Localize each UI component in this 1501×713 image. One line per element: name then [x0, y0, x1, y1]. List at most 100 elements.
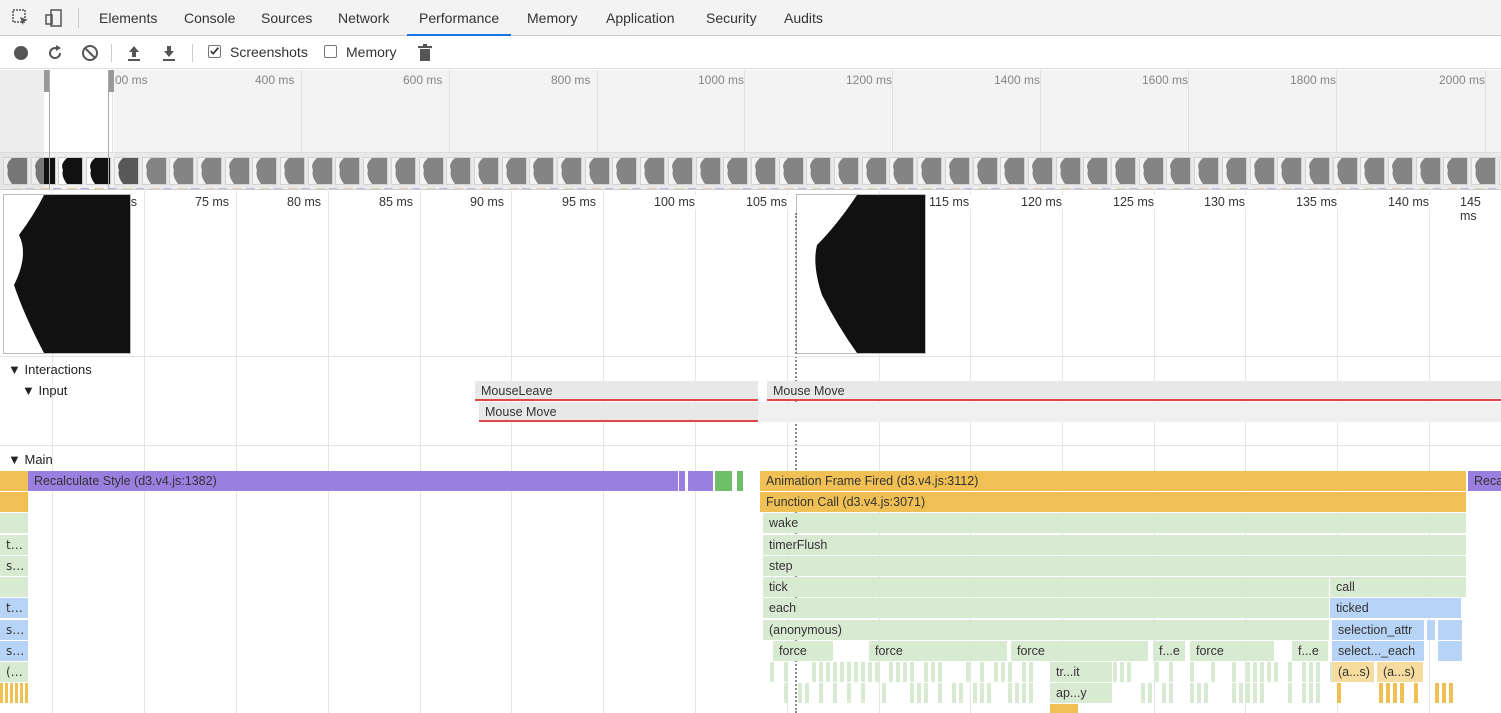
flame-bar[interactable]	[854, 662, 858, 682]
flame-bar[interactable]: t…	[0, 535, 28, 555]
flame-bar[interactable]	[1190, 683, 1194, 703]
flame-bar[interactable]	[715, 471, 732, 491]
flame-bar[interactable]	[952, 683, 956, 703]
flame-bar[interactable]	[910, 683, 914, 703]
flame-bar[interactable]	[1449, 683, 1453, 703]
flame-bar[interactable]	[1246, 662, 1250, 682]
flame-bar[interactable]	[784, 683, 788, 703]
flame-bar[interactable]	[1288, 683, 1292, 703]
flame-bar[interactable]	[1442, 683, 1446, 703]
flame-bar-tr-it[interactable]: tr...it	[1050, 662, 1112, 682]
flame-bar[interactable]	[1197, 683, 1201, 703]
flame-bar[interactable]	[882, 683, 886, 703]
flame-bar[interactable]	[1309, 662, 1313, 682]
flame-bar[interactable]	[805, 683, 809, 703]
flame-bar[interactable]	[1232, 683, 1236, 703]
flame-bar[interactable]	[1029, 683, 1033, 703]
flame-bar[interactable]	[1120, 662, 1124, 682]
flame-bar[interactable]	[0, 471, 28, 491]
flame-bar[interactable]: s…	[0, 620, 28, 640]
flame-bar[interactable]	[980, 662, 984, 682]
flame-bar-each[interactable]: each	[763, 598, 1329, 618]
record-icon[interactable]	[11, 43, 31, 63]
flame-bar[interactable]	[959, 683, 963, 703]
interactions-header[interactable]: ▼ Interactions	[8, 362, 92, 377]
flame-bar-force[interactable]: force	[1190, 641, 1274, 661]
trash-icon[interactable]	[415, 43, 435, 63]
flame-bar[interactable]: s…	[0, 556, 28, 576]
flame-bar[interactable]	[1029, 662, 1033, 682]
reload-icon[interactable]	[45, 43, 65, 63]
flame-bar[interactable]	[1414, 683, 1418, 703]
flame-bar[interactable]	[931, 662, 935, 682]
flame-bar-as[interactable]: (a...s)	[1332, 662, 1374, 682]
flame-bar[interactable]	[1393, 683, 1397, 703]
flame-bar[interactable]	[1253, 683, 1257, 703]
flame-bar[interactable]	[1239, 683, 1243, 703]
flame-bar[interactable]	[889, 662, 893, 682]
flame-bar[interactable]	[1274, 662, 1278, 682]
flame-bar[interactable]	[784, 662, 788, 682]
flame-bar[interactable]	[1400, 683, 1404, 703]
flame-bar[interactable]	[1141, 683, 1145, 703]
flame-bar[interactable]	[994, 662, 998, 682]
flame-bar-recalculate-style[interactable]: Reca	[1468, 471, 1501, 491]
flame-bar[interactable]	[1022, 662, 1026, 682]
flame-bar[interactable]	[1113, 662, 1117, 682]
timeline-detail[interactable]: 65 ms70 ms75 ms80 ms85 ms90 ms95 ms100 m…	[0, 191, 1501, 713]
screenshots-checkbox[interactable]	[208, 45, 221, 58]
flame-bar[interactable]: (…	[0, 662, 28, 682]
flame-bar-force[interactable]: force	[869, 641, 1007, 661]
flame-bar-as[interactable]: (a...s)	[1377, 662, 1423, 682]
flame-bar[interactable]	[1288, 662, 1292, 682]
flame-bar[interactable]	[0, 683, 28, 703]
clear-icon[interactable]	[80, 43, 100, 63]
tab-memory[interactable]: Memory	[527, 0, 578, 36]
flame-bar-force[interactable]: f...e	[1153, 641, 1185, 661]
upload-icon[interactable]	[124, 43, 144, 63]
flame-bar[interactable]	[798, 683, 802, 703]
flame-bar[interactable]	[0, 492, 28, 512]
flame-bar[interactable]	[1211, 662, 1215, 682]
flame-bar[interactable]	[917, 683, 921, 703]
flame-bar[interactable]	[973, 683, 977, 703]
flame-bar[interactable]	[1379, 683, 1383, 703]
flame-bar[interactable]	[1148, 683, 1152, 703]
flame-bar[interactable]	[938, 683, 942, 703]
flame-bar[interactable]	[819, 683, 823, 703]
flame-bar[interactable]	[861, 662, 865, 682]
flame-bar-select-each[interactable]: select..._each	[1332, 641, 1424, 661]
flame-bar[interactable]	[812, 662, 816, 682]
flame-bar[interactable]	[1427, 620, 1435, 640]
flame-bar-force[interactable]: force	[773, 641, 833, 661]
flame-bar[interactable]	[1232, 662, 1236, 682]
flame-bar[interactable]	[966, 662, 970, 682]
download-icon[interactable]	[159, 43, 179, 63]
flame-bar[interactable]	[688, 471, 713, 491]
flame-bar[interactable]	[1260, 662, 1264, 682]
flame-bar[interactable]	[1022, 683, 1026, 703]
flame-bar[interactable]	[1267, 662, 1271, 682]
flame-bar[interactable]	[1155, 662, 1159, 682]
flame-bar[interactable]	[1204, 683, 1208, 703]
flame-bar[interactable]	[1316, 662, 1320, 682]
tab-elements[interactable]: Elements	[99, 0, 157, 36]
interaction-event[interactable]: MouseLeave	[475, 381, 758, 401]
memory-checkbox[interactable]	[324, 45, 337, 58]
flame-bar-force[interactable]: force	[1011, 641, 1148, 661]
flame-bar[interactable]	[840, 662, 844, 682]
inspect-element-icon[interactable]	[11, 8, 31, 28]
tab-performance[interactable]: Performance	[407, 0, 511, 36]
flame-bar[interactable]	[1260, 683, 1264, 703]
flame-bar-force[interactable]: f...e	[1292, 641, 1328, 661]
flame-bar[interactable]	[1015, 683, 1019, 703]
flame-bar[interactable]	[0, 577, 28, 597]
flame-bar-animation-frame[interactable]: Animation Frame Fired (d3.v4.js:3112)	[760, 471, 1466, 491]
tab-security[interactable]: Security	[706, 0, 757, 36]
flame-bar-anonymous[interactable]: (anonymous)	[763, 620, 1329, 640]
flame-bar[interactable]	[910, 662, 914, 682]
flame-bar[interactable]	[737, 471, 743, 491]
flame-bar[interactable]	[679, 471, 685, 491]
flame-bar[interactable]: t…	[0, 598, 28, 618]
tab-sources[interactable]: Sources	[261, 0, 312, 36]
